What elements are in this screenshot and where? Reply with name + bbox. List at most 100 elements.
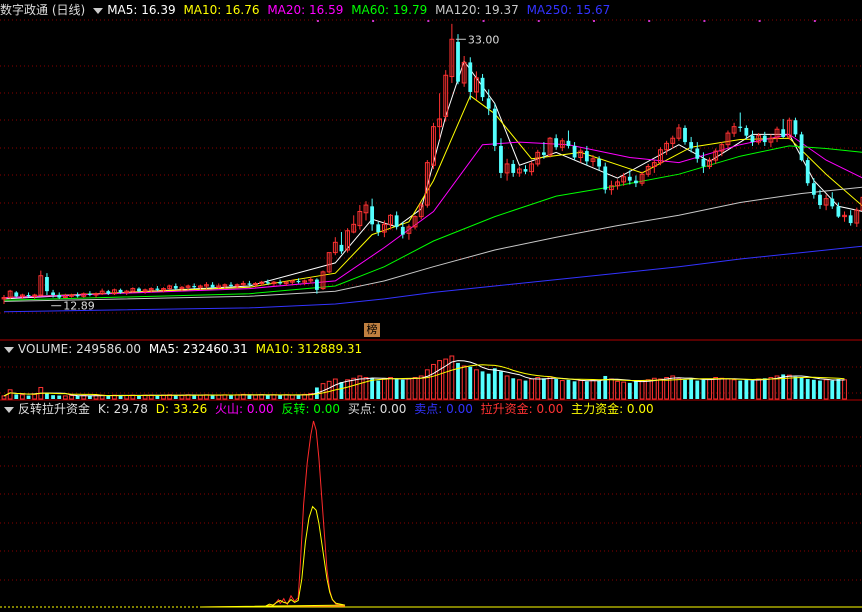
candle-body	[848, 215, 853, 224]
candle-body	[584, 151, 589, 162]
volume-bar	[529, 378, 535, 400]
volume-bar	[597, 380, 602, 399]
candle-body	[830, 198, 835, 207]
volume-bar	[51, 395, 55, 399]
candle-body	[192, 286, 197, 288]
signal-marker	[813, 20, 816, 22]
candle-body	[523, 169, 528, 172]
volume-bar	[376, 380, 381, 399]
volume-bar	[639, 380, 645, 400]
candle-body	[314, 279, 319, 290]
volume-bar	[584, 381, 589, 399]
candle-body	[400, 226, 405, 235]
volume-bar	[554, 379, 559, 399]
volume-bar	[87, 395, 92, 399]
volume-bar	[412, 377, 418, 400]
candle-body	[278, 282, 282, 284]
pull-funds-line	[199, 420, 862, 608]
volume-bar	[615, 380, 620, 400]
volume-bar	[750, 380, 755, 399]
low-label: 12.89	[63, 300, 95, 313]
volume-bar	[45, 392, 49, 399]
stock-chart[interactable]: 33.00 12.89	[0, 0, 862, 612]
candle-body	[627, 176, 632, 181]
candle-body	[634, 180, 638, 184]
candle-body	[554, 138, 559, 148]
volume-bar	[406, 378, 412, 400]
signal-marker	[592, 20, 595, 22]
volume-bar	[823, 379, 829, 400]
volume-bar	[738, 380, 743, 399]
volume-bar	[400, 379, 405, 399]
volume-bar	[289, 394, 295, 400]
volume-bar	[326, 380, 332, 400]
volume-bar	[20, 394, 25, 400]
candle-body	[836, 206, 841, 217]
candle-body	[51, 292, 55, 296]
candle-body	[695, 148, 700, 159]
volume-bar	[786, 374, 792, 400]
high-label: 33.00	[468, 33, 500, 46]
volume-bar	[651, 377, 657, 400]
candle-body	[499, 145, 503, 173]
volume-bar	[701, 379, 706, 399]
volume-bar	[7, 389, 13, 400]
candle-body	[394, 215, 399, 227]
signal-marker	[427, 20, 430, 22]
candle-body	[750, 135, 755, 143]
volume-bar	[192, 395, 197, 399]
volume-bar	[26, 395, 31, 399]
candle-body	[805, 160, 810, 184]
volume-bar	[388, 377, 393, 400]
candle-body	[106, 291, 111, 294]
candle-body	[486, 98, 491, 109]
main-funds-line	[199, 505, 862, 608]
candle-body	[370, 206, 375, 225]
volume-bar	[370, 378, 375, 399]
volume-bar	[719, 377, 725, 400]
candle-body	[572, 145, 577, 158]
volume-bar	[339, 382, 344, 399]
volume-bar	[566, 379, 571, 399]
candle-body	[87, 293, 92, 296]
volume-bar	[499, 371, 503, 399]
volume-bar	[381, 378, 387, 400]
volume-bar	[541, 378, 546, 399]
volume-bar	[265, 395, 270, 399]
candle-body	[738, 126, 743, 128]
volume-bar	[535, 377, 541, 400]
volume-bar	[799, 377, 804, 399]
volume-bar	[621, 381, 627, 400]
volume-bar	[124, 395, 130, 400]
volume-bar	[768, 377, 774, 400]
signal-marker	[703, 20, 706, 22]
signal-marker	[758, 20, 761, 22]
volume-bar	[627, 382, 632, 399]
volume-bar	[744, 379, 749, 399]
volume-bar	[216, 394, 222, 400]
candle-body	[339, 244, 344, 252]
volume-bar	[818, 380, 822, 399]
volume-bar	[461, 365, 467, 400]
volume-bar	[842, 379, 847, 400]
candle-body	[793, 120, 798, 135]
candle-body	[480, 77, 485, 98]
volume-bar	[516, 379, 522, 400]
ma120-line	[3, 186, 862, 302]
candle-body	[26, 295, 31, 297]
volume-bar	[424, 369, 430, 400]
candle-body	[492, 108, 497, 146]
volume-bar	[811, 379, 816, 399]
event-tag[interactable]: 榜	[364, 323, 380, 337]
candle-body	[781, 129, 786, 137]
candle-body	[210, 284, 215, 288]
volume-bar	[578, 380, 584, 400]
volume-bar	[431, 363, 436, 400]
volume-bar	[14, 394, 19, 399]
volume-bar	[332, 378, 338, 400]
volume-bar	[1, 395, 7, 400]
volume-bar	[689, 379, 694, 399]
signal-marker	[482, 20, 485, 22]
candle-body	[597, 158, 602, 167]
candle-body	[265, 282, 270, 284]
